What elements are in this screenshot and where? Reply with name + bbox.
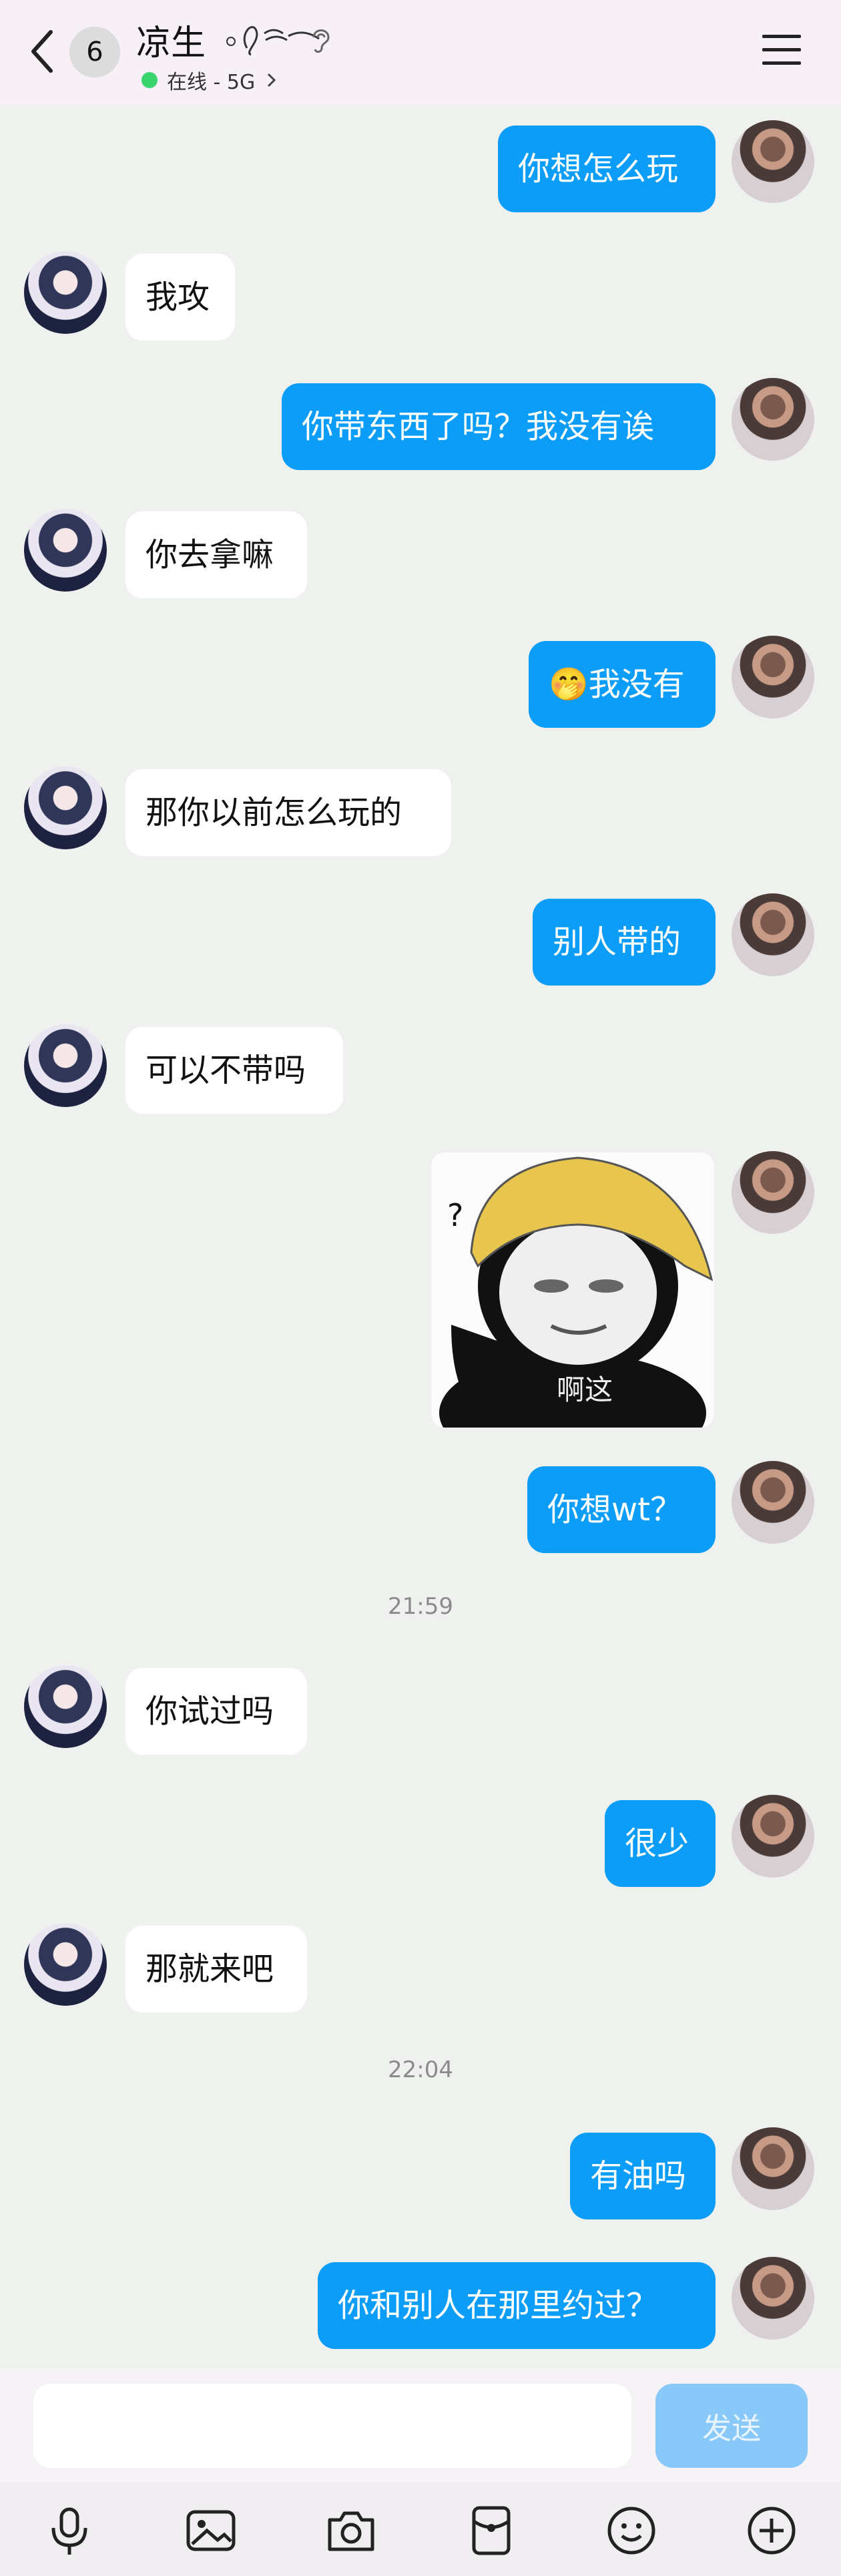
microphone-icon[interactable] xyxy=(43,2504,96,2557)
my-avatar[interactable] xyxy=(732,2127,814,2210)
sticker-message[interactable]: ? 啊这 xyxy=(431,1152,714,1428)
message-bubble-outgoing[interactable]: 🤭我没有 xyxy=(529,641,716,728)
emoji-icon[interactable] xyxy=(605,2504,658,2557)
panda-meme-sticker-icon: ? 啊这 xyxy=(431,1152,714,1428)
contact-avatar[interactable] xyxy=(24,509,107,592)
message-bubble-outgoing[interactable]: 你带东西了吗？我没有诶 xyxy=(282,383,716,470)
contact-avatar[interactable] xyxy=(24,1923,107,2006)
contact-avatar[interactable] xyxy=(24,1024,107,1107)
my-avatar[interactable] xyxy=(732,1151,814,1234)
contact-name[interactable]: 凉生 xyxy=(136,15,206,65)
timestamp: 21:59 xyxy=(388,1593,453,1620)
message-bubble-outgoing[interactable]: 有油吗 xyxy=(570,2133,716,2219)
composer-bar: 发送 xyxy=(0,2368,841,2483)
sticker-caption: 啊这 xyxy=(557,1373,613,1406)
back-arrow-icon[interactable] xyxy=(23,23,63,80)
message-bubble-incoming[interactable]: 可以不带吗 xyxy=(125,1027,343,1114)
contact-avatar[interactable] xyxy=(24,1665,107,1748)
plus-icon[interactable] xyxy=(745,2504,798,2557)
online-status[interactable]: 在线 - 5G xyxy=(142,65,278,95)
send-button[interactable]: 发送 xyxy=(655,2384,808,2468)
message-bubble-incoming[interactable]: 我攻 xyxy=(125,254,235,341)
my-avatar[interactable] xyxy=(732,120,814,203)
message-bubble-outgoing[interactable]: 你想怎么玩 xyxy=(498,126,716,212)
message-bubble-incoming[interactable]: 那你以前怎么玩的 xyxy=(125,769,451,856)
contact-avatar[interactable] xyxy=(24,767,107,849)
message-bubble-incoming[interactable]: 你去拿嘛 xyxy=(125,511,307,598)
my-avatar[interactable] xyxy=(732,1795,814,1878)
chevron-right-icon xyxy=(268,73,276,87)
chat-header: 6 凉生 在线 - 5G xyxy=(0,0,841,105)
sticker-question-mark: ? xyxy=(447,1197,463,1233)
message-bubble-outgoing[interactable]: 别人带的 xyxy=(533,899,716,986)
message-bubble-outgoing[interactable]: 你想wt？ xyxy=(527,1466,716,1553)
menu-icon[interactable] xyxy=(761,32,802,68)
bottom-toolbar xyxy=(0,2483,841,2576)
status-text: 在线 - 5G xyxy=(167,71,256,94)
ear-icon xyxy=(312,29,330,53)
my-avatar[interactable] xyxy=(732,1461,814,1544)
image-icon[interactable] xyxy=(184,2504,238,2557)
my-avatar[interactable] xyxy=(732,893,814,976)
timestamp: 22:04 xyxy=(388,2057,453,2083)
online-dot-icon xyxy=(142,72,158,88)
message-bubble-outgoing[interactable]: 很少 xyxy=(605,1800,716,1887)
unread-count-badge[interactable]: 6 xyxy=(69,27,120,77)
message-bubble-incoming[interactable]: 那就来吧 xyxy=(125,1926,307,2012)
camera-icon[interactable] xyxy=(324,2504,378,2557)
my-avatar[interactable] xyxy=(732,2257,814,2340)
contact-avatar[interactable] xyxy=(24,251,107,334)
message-bubble-outgoing[interactable]: 你和别人在那里约过？ xyxy=(318,2262,716,2349)
my-avatar[interactable] xyxy=(732,636,814,718)
message-bubble-incoming[interactable]: 你试过吗 xyxy=(125,1668,307,1755)
shy-face-emoji: 🤭 xyxy=(549,666,589,703)
message-input[interactable] xyxy=(33,2384,631,2468)
my-avatar[interactable] xyxy=(732,378,814,461)
message-text: 我没有 xyxy=(588,666,685,703)
red-packet-icon[interactable] xyxy=(465,2504,518,2557)
